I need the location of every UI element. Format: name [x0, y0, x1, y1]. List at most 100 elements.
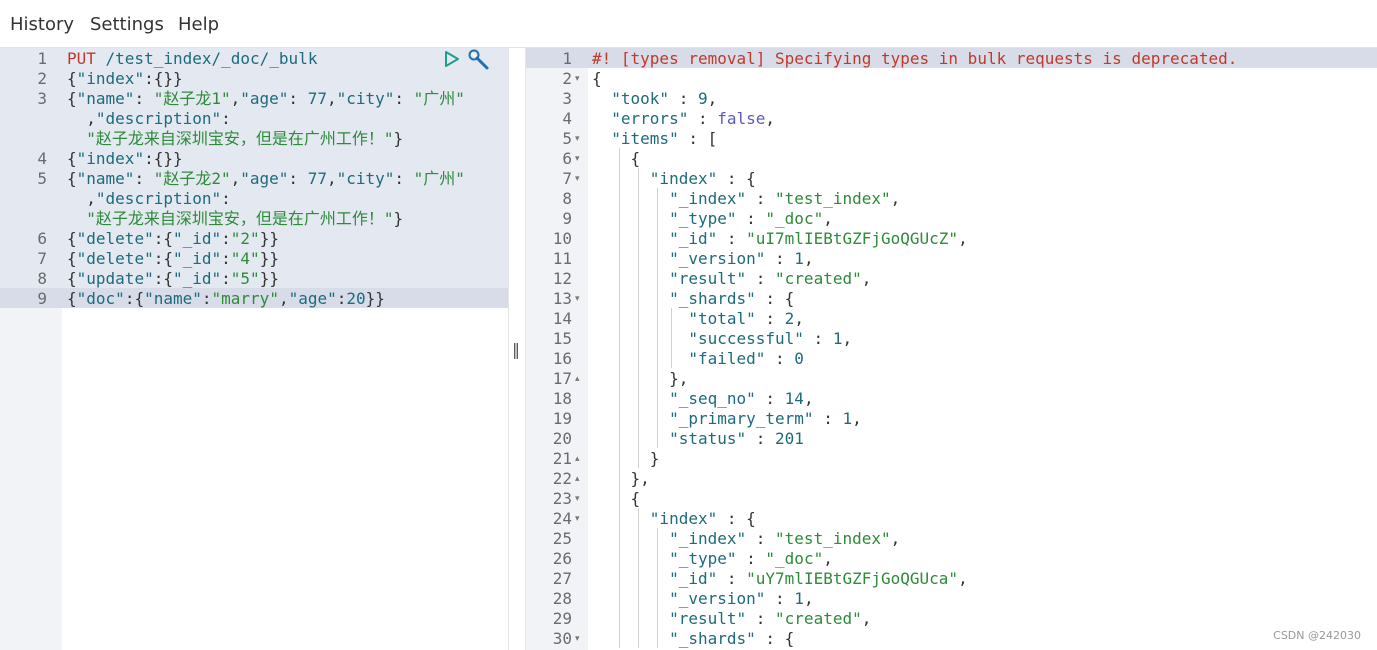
play-icon[interactable]	[444, 50, 460, 72]
response-viewer[interactable]: 1 #! [types removal] Specifying types in …	[526, 48, 1377, 650]
fold-toggle-icon[interactable]: ▾	[575, 129, 580, 149]
code-token: "update"	[76, 269, 154, 288]
code-line: {"index":{}}	[67, 149, 183, 169]
fold-toggle-icon[interactable]: ▾	[575, 629, 580, 649]
line-number: 7	[37, 249, 47, 268]
line-number: 20	[552, 429, 572, 448]
fold-toggle-icon[interactable]: ▾	[575, 509, 580, 529]
menu-help[interactable]: Help	[178, 14, 219, 35]
line-number: 26	[552, 549, 572, 568]
fold-toggle-icon[interactable]: ▴	[575, 469, 580, 489]
code-token: :	[688, 109, 718, 128]
line-number: 18	[552, 389, 572, 408]
code-token: "_doc"	[765, 209, 824, 228]
code-token: "_type"	[669, 549, 737, 568]
code-token: "2"	[230, 229, 260, 248]
request-editor[interactable]: 1 PUT /test_index/_doc/_bulk 2 {"index":{}}…	[0, 48, 508, 650]
code-token: "赵子龙2"	[153, 169, 231, 188]
fold-toggle-icon[interactable]: ▾	[575, 169, 580, 189]
code-token: "index"	[76, 149, 145, 168]
line-number: 9	[37, 289, 47, 308]
code-line: ,"description":	[67, 109, 231, 129]
fold-toggle-icon[interactable]: ▾	[575, 289, 580, 309]
code-token: "successful"	[688, 329, 804, 348]
code-token: {	[67, 149, 77, 168]
code-line: {"delete":{"_id":"4"}}	[67, 249, 279, 269]
line-number: 29	[552, 609, 572, 628]
code-token: : {	[717, 169, 756, 188]
code-token: :	[134, 169, 154, 188]
code-token: "items"	[611, 129, 679, 148]
code-token: :	[669, 89, 698, 108]
code-token: "index"	[76, 69, 145, 88]
menu-bar: History Settings Help	[0, 0, 1377, 47]
code-token: {	[67, 249, 77, 268]
code-line: ,"description":	[67, 189, 231, 209]
code-token: false	[717, 109, 766, 128]
code-token: ,	[326, 89, 337, 108]
code-token: :	[765, 349, 795, 368]
code-token: 201	[775, 429, 804, 448]
code-token: "city"	[336, 169, 395, 188]
code-token: :	[736, 209, 766, 228]
code-token: PUT	[67, 49, 106, 68]
menu-settings[interactable]: Settings	[90, 14, 164, 35]
code-token: "4"	[230, 249, 260, 268]
line-number: 23	[552, 489, 572, 508]
code-token: "_id"	[172, 269, 222, 288]
code-token: :	[717, 229, 747, 248]
line-number: 25	[552, 529, 572, 548]
code-token: {	[67, 89, 77, 108]
code-token: }}	[365, 289, 385, 308]
code-token: {	[67, 229, 77, 248]
code-token: "status"	[669, 429, 747, 448]
code-token: }}	[259, 269, 279, 288]
code-line: "赵子龙来自深圳宝安，但是在广州工作！"}	[67, 129, 403, 149]
resize-handle-icon[interactable]: ‖	[512, 340, 520, 359]
code-line: {	[592, 489, 641, 509]
code-token: "_seq_no"	[669, 389, 756, 408]
line-number: 1	[562, 49, 572, 68]
code-token: "uI7mlIEBtGZFjGoQGUcZ"	[746, 229, 959, 248]
line-number: 17	[552, 369, 572, 388]
line-number: 16	[552, 349, 572, 368]
code-token: {	[67, 289, 77, 308]
wrench-icon[interactable]	[468, 49, 490, 75]
code-token: }}	[259, 249, 279, 268]
code-token: "age"	[240, 89, 289, 108]
line-number: 5	[37, 169, 47, 188]
code-token: :	[746, 529, 776, 548]
code-line: {"doc":{"name":"marry","age":20}}	[67, 289, 385, 309]
fold-toggle-icon[interactable]: ▴	[575, 369, 580, 389]
code-token: "index"	[649, 509, 718, 528]
menu-history[interactable]: History	[10, 14, 74, 35]
code-token: "赵子龙1"	[153, 89, 231, 108]
code-token: "广州"	[413, 89, 465, 108]
fold-toggle-icon[interactable]: ▾	[575, 489, 580, 509]
code-token: :	[394, 89, 414, 108]
fold-toggle-icon[interactable]: ▴	[575, 449, 580, 469]
code-token: :	[746, 269, 776, 288]
code-token: "name"	[76, 169, 135, 188]
line-number: 11	[552, 249, 572, 268]
line-number: 6	[37, 229, 47, 248]
code-line: {"name": "赵子龙1","age": 77,"city": "广州"	[67, 89, 465, 109]
fold-toggle-icon[interactable]: ▾	[575, 69, 580, 89]
code-token: "_id"	[172, 249, 222, 268]
code-line: "status" : 201	[592, 429, 804, 449]
code-token: "_type"	[669, 209, 737, 228]
code-line: "errors" : false,	[592, 109, 775, 129]
code-token: :	[288, 169, 308, 188]
line-number: 2	[37, 69, 47, 88]
code-token: ,	[890, 529, 901, 548]
line-number: 22	[552, 469, 572, 488]
code-token: "_version"	[669, 249, 766, 268]
fold-toggle-icon[interactable]: ▾	[575, 149, 580, 169]
